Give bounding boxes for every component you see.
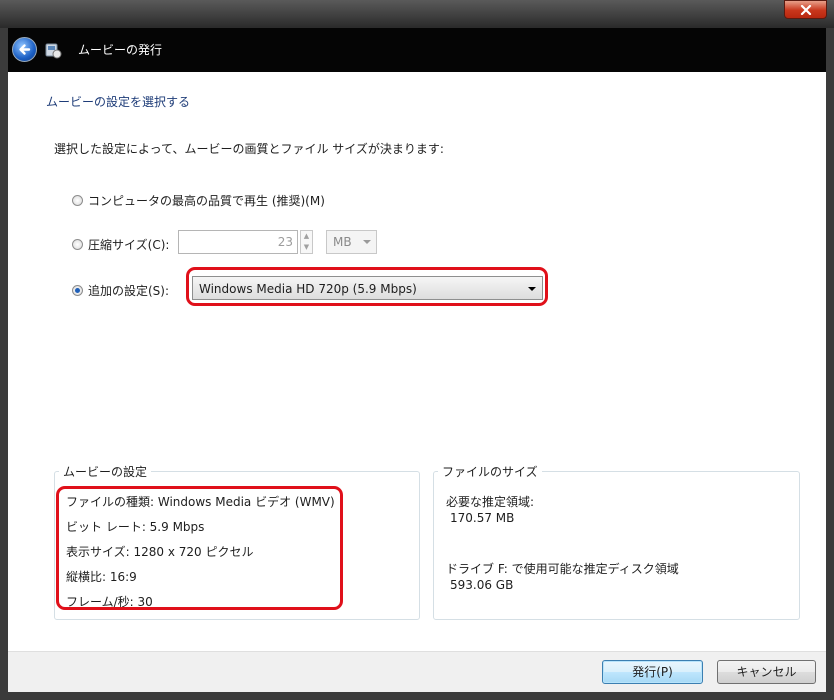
radio-button[interactable] xyxy=(72,195,83,206)
disk-space-label: ドライブ F: で使用可能な推定ディスク領域 xyxy=(446,562,679,576)
disk-space-value: 593.06 GB xyxy=(450,578,514,592)
app-icon xyxy=(45,43,62,59)
radio-compress-label: 圧縮サイズ(C): xyxy=(88,238,170,252)
radio-additional-label: 追加の設定(S): xyxy=(88,284,170,298)
radio-compress[interactable]: 圧縮サイズ(C): xyxy=(72,236,169,253)
navigation-bar: ムービーの発行 xyxy=(8,28,826,72)
radio-best-quality[interactable]: コンピュータの最高の品質で再生 (推奨)(M) xyxy=(72,192,325,209)
compress-size-spinner[interactable]: ▲ ▼ xyxy=(300,230,313,254)
radio-button[interactable] xyxy=(72,239,83,250)
instruction-text: 選択した設定によって、ムービーの画質とファイル サイズが決まります: xyxy=(54,142,444,156)
dropdown-arrow-icon xyxy=(528,287,536,291)
window-frame-top xyxy=(0,0,834,28)
unit-select[interactable]: MB xyxy=(326,230,377,254)
movie-aspect-ratio: 縦横比: 16:9 xyxy=(66,570,137,584)
back-arrow-icon xyxy=(19,44,31,55)
page-heading: ムービーの設定を選択する xyxy=(46,95,191,109)
movie-bitrate: ビット レート: 5.9 Mbps xyxy=(66,520,205,534)
unit-select-value: MB xyxy=(333,235,352,249)
movie-file-type: ファイルの種類: Windows Media ビデオ (WMV) xyxy=(66,495,335,509)
dropdown-arrow-icon xyxy=(363,240,371,244)
preset-select[interactable]: Windows Media HD 720p (5.9 Mbps) xyxy=(192,276,543,300)
compress-size-input[interactable]: 23 xyxy=(178,230,298,254)
estimate-value: 170.57 MB xyxy=(450,511,515,525)
radio-button-selected[interactable] xyxy=(72,285,83,296)
radio-additional[interactable]: 追加の設定(S): xyxy=(72,282,169,299)
spin-down-icon[interactable]: ▼ xyxy=(301,242,312,253)
publish-button[interactable]: 発行(P) xyxy=(602,660,703,684)
dialog-footer: 発行(P) キャンセル xyxy=(8,651,826,692)
dialog-window: ムービーの発行 ムービーの設定を選択する 選択した設定によって、ムービーの画質と… xyxy=(0,0,834,700)
window-title: ムービーの発行 xyxy=(78,43,163,57)
close-icon xyxy=(800,4,811,15)
close-button[interactable] xyxy=(784,0,827,19)
file-size-title: ファイルのサイズ xyxy=(438,463,542,480)
movie-display-size: 表示サイズ: 1280 x 720 ピクセル xyxy=(66,545,254,559)
back-button[interactable] xyxy=(12,37,37,62)
movie-settings-title: ムービーの設定 xyxy=(59,463,152,480)
cancel-button[interactable]: キャンセル xyxy=(717,660,816,684)
estimate-label: 必要な推定領域: xyxy=(446,495,535,509)
movie-framerate: フレーム/秒: 30 xyxy=(66,595,153,609)
dialog-content: ムービーの設定を選択する 選択した設定によって、ムービーの画質とファイル サイズ… xyxy=(8,72,826,651)
spin-up-icon[interactable]: ▲ xyxy=(301,231,312,242)
radio-best-quality-label: コンピュータの最高の品質で再生 (推奨)(M) xyxy=(88,194,325,208)
preset-select-value: Windows Media HD 720p (5.9 Mbps) xyxy=(199,282,417,296)
window-frame-bottom xyxy=(0,692,834,700)
